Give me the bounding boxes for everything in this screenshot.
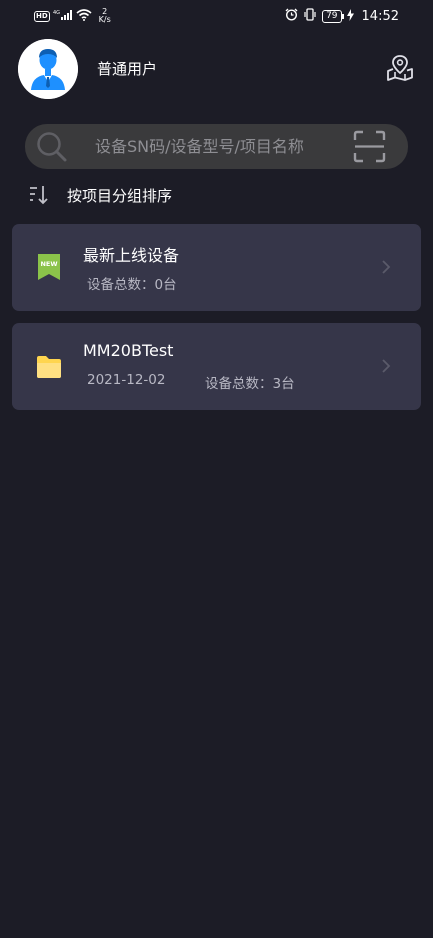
group-title: MM20BTest xyxy=(83,341,174,360)
search-bar xyxy=(25,124,408,169)
network-speed-unit: K/s xyxy=(98,15,111,24)
status-bar: HD 4G 2 K/s 79 14:52 xyxy=(0,0,433,34)
network-speed: 2 K/s xyxy=(99,8,111,24)
vibrate-icon xyxy=(303,8,317,24)
group-device-count: 设备总数：0台 xyxy=(87,277,177,293)
status-bar-right: 79 14:52 xyxy=(285,8,399,24)
scan-icon[interactable] xyxy=(353,130,386,163)
group-title: 最新上线设备 xyxy=(83,246,180,265)
header: 普通用户 xyxy=(18,39,415,99)
hd-badge: HD xyxy=(34,10,50,22)
sort-label: 按项目分组排序 xyxy=(67,186,173,205)
group-card-project[interactable]: MM20BTest 2021-12-02 设备总数：3台 xyxy=(12,323,421,410)
username: 普通用户 xyxy=(97,60,158,78)
cellular-signal-icon: 4G xyxy=(53,9,73,24)
wifi-icon xyxy=(76,8,92,24)
group-card-latest-online[interactable]: NEW 最新上线设备 设备总数：0台 xyxy=(12,224,421,311)
group-date: 2021-12-02 xyxy=(87,372,166,388)
map-button[interactable] xyxy=(385,53,415,83)
new-badge-text: NEW xyxy=(40,260,57,268)
new-badge-icon: NEW xyxy=(36,253,62,281)
avatar[interactable] xyxy=(18,39,78,99)
search-input[interactable] xyxy=(83,124,355,169)
sort-icon xyxy=(28,184,50,206)
clock: 14:52 xyxy=(361,8,399,24)
search-icon[interactable] xyxy=(36,131,68,163)
folder-icon xyxy=(36,352,62,380)
status-bar-left: HD 4G 2 K/s xyxy=(34,8,111,24)
battery-indicator: 79 xyxy=(322,9,345,23)
group-device-count: 设备总数：3台 xyxy=(205,376,295,392)
alarm-icon xyxy=(285,8,298,24)
chevron-right-icon xyxy=(379,257,393,277)
user-avatar-icon xyxy=(18,39,78,99)
network-type-label: 4G xyxy=(53,10,60,16)
sort-toggle[interactable]: 按项目分组排序 xyxy=(28,182,172,208)
map-pin-icon xyxy=(387,55,413,81)
chevron-right-icon xyxy=(379,356,393,376)
charging-icon xyxy=(346,8,354,24)
